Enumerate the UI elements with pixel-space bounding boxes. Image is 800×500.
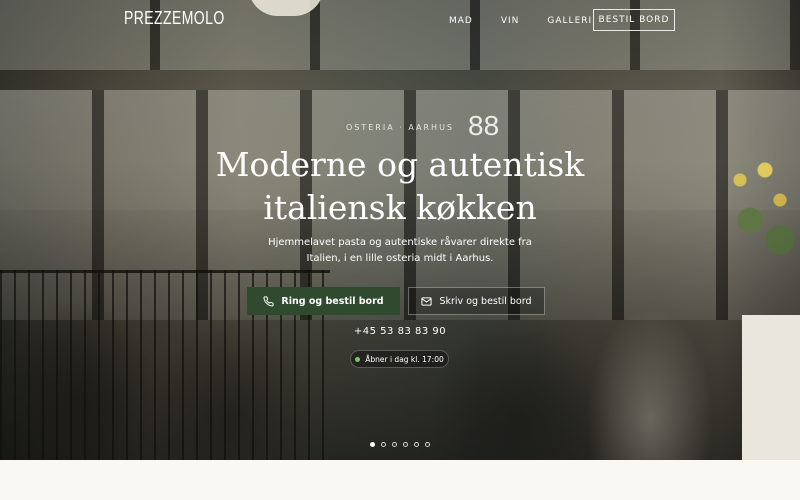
write-to-book-label: Skriv og bestil bord	[439, 295, 532, 307]
slider-dot-4[interactable]	[403, 442, 408, 447]
slider-pagination	[370, 442, 436, 447]
phone-number[interactable]: +45 53 83 83 90	[0, 326, 800, 337]
opening-status-text: Åbner i dag kl. 17:00	[365, 354, 444, 364]
nav-link-galleri[interactable]: GALLERI	[547, 16, 592, 26]
slider-dot-2[interactable]	[381, 442, 386, 447]
book-table-nav-button[interactable]: BESTIL BORD	[593, 9, 675, 31]
hero-photo-windows-top	[0, 0, 800, 70]
phone-icon	[263, 295, 275, 307]
hero-section: 88 PREZZEMOLO MAD VIN GALLERI BESTIL BOR…	[0, 0, 800, 460]
page-content-below	[0, 460, 800, 500]
slider-dot-5[interactable]	[414, 442, 419, 447]
mail-icon	[421, 296, 433, 306]
hero-headline: Moderne og autentisk italiensk køkken	[215, 145, 585, 227]
opening-status-badge: Åbner i dag kl. 17:00	[350, 350, 449, 368]
hero-eyebrow: OSTERIA · AARHUS	[345, 123, 454, 132]
nav-link-mad[interactable]: MAD	[449, 16, 473, 26]
slider-dot-6[interactable]	[425, 442, 430, 447]
hero-subtext: Hjemmelavet pasta og autentiske råvarer …	[268, 237, 532, 264]
hero-photo-flowers	[720, 150, 800, 290]
write-to-book-button[interactable]: Skriv og bestil bord	[408, 287, 545, 315]
call-to-book-label: Ring og bestil bord	[281, 295, 384, 307]
slider-dot-3[interactable]	[392, 442, 397, 447]
site-logo[interactable]: PREZZEMOLO	[124, 8, 225, 29]
nav-link-vin[interactable]: VIN	[501, 16, 520, 26]
call-to-book-button[interactable]: Ring og bestil bord	[247, 287, 400, 315]
status-dot-icon	[355, 356, 361, 362]
slider-dot-1[interactable]	[370, 442, 375, 447]
